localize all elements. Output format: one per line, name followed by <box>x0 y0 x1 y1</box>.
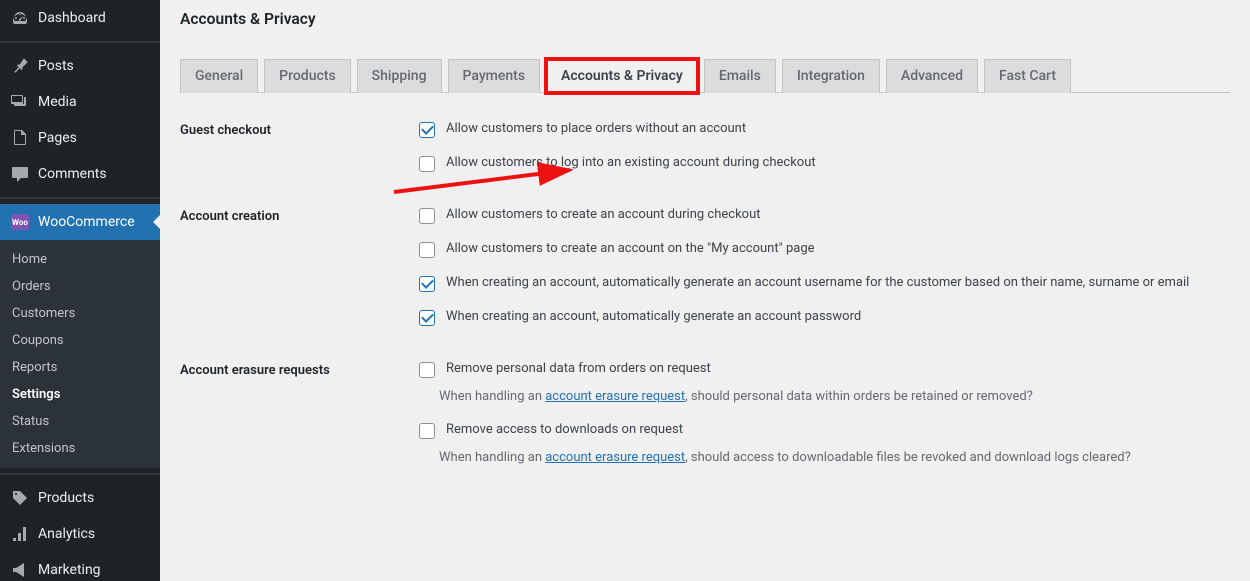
marketing-icon <box>10 560 30 580</box>
products-icon <box>10 488 30 508</box>
sidebar-item-label: Comments <box>38 166 107 182</box>
submenu-customers[interactable]: Customers <box>0 300 160 327</box>
submenu-extensions[interactable]: Extensions <box>0 435 160 462</box>
sidebar-item-media[interactable]: Media <box>0 84 160 120</box>
tab-integration[interactable]: Integration <box>782 59 880 93</box>
sidebar-item-comments[interactable]: Comments <box>0 156 160 192</box>
submenu-orders[interactable]: Orders <box>0 273 160 300</box>
tab-general[interactable]: General <box>180 59 258 93</box>
option-label: When creating an account, automatically … <box>446 309 861 324</box>
account-erasure-link[interactable]: account erasure request <box>545 389 685 404</box>
option-label: Allow customers to create an account on … <box>446 241 815 256</box>
dashboard-icon <box>10 8 30 28</box>
help-text: When handling an account erasure request… <box>439 389 1230 404</box>
sidebar-item-woocommerce[interactable]: Woo WooCommerce <box>0 204 160 240</box>
option-create-account-myaccount[interactable]: Allow customers to create an account on … <box>415 241 1230 261</box>
sidebar-item-products[interactable]: Products <box>0 480 160 516</box>
section-title: Account creation <box>180 207 415 224</box>
sidebar-separator <box>0 41 160 43</box>
sidebar-item-label: Dashboard <box>38 10 106 26</box>
option-label: Allow customers to create an account dur… <box>446 207 761 222</box>
tab-emails[interactable]: Emails <box>704 59 776 93</box>
admin-sidebar: Dashboard Posts Media Pages Comments Woo… <box>0 0 160 581</box>
submenu-coupons[interactable]: Coupons <box>0 327 160 354</box>
media-icon <box>10 92 30 112</box>
section-erasure: Account erasure requests Remove personal… <box>180 361 1230 483</box>
sidebar-item-label: Analytics <box>38 526 95 542</box>
tab-payments[interactable]: Payments <box>448 59 541 93</box>
pin-icon <box>10 56 30 76</box>
option-auto-username[interactable]: When creating an account, automatically … <box>415 275 1230 295</box>
checkbox-create-account-myaccount[interactable] <box>419 242 435 258</box>
option-label: Allow customers to log into an existing … <box>446 155 816 170</box>
option-label: Allow customers to place orders without … <box>446 121 746 136</box>
sidebar-item-analytics[interactable]: Analytics <box>0 516 160 552</box>
option-label: When creating an account, automatically … <box>446 275 1189 290</box>
option-auto-password[interactable]: When creating an account, automatically … <box>415 309 1230 329</box>
page-title: Accounts & Privacy <box>180 10 1230 28</box>
option-remove-downloads[interactable]: Remove access to downloads on request <box>415 422 1230 442</box>
analytics-icon <box>10 524 30 544</box>
sidebar-item-marketing[interactable]: Marketing <box>0 552 160 581</box>
sidebar-item-label: Media <box>38 94 77 110</box>
tab-fast-cart[interactable]: Fast Cart <box>984 59 1071 93</box>
checkbox-login-checkout[interactable] <box>419 156 435 172</box>
pages-icon <box>10 128 30 148</box>
section-guest-checkout: Guest checkout Allow customers to place … <box>180 121 1230 189</box>
tab-shipping[interactable]: Shipping <box>357 59 442 93</box>
checkbox-guest-orders[interactable] <box>419 122 435 138</box>
settings-form: Guest checkout Allow customers to place … <box>180 121 1230 483</box>
sidebar-item-label: Pages <box>38 130 77 146</box>
option-guest-orders[interactable]: Allow customers to place orders without … <box>415 121 1230 141</box>
sidebar-item-dashboard[interactable]: Dashboard <box>0 0 160 36</box>
checkbox-remove-downloads[interactable] <box>419 423 435 439</box>
option-create-account-checkout[interactable]: Allow customers to create an account dur… <box>415 207 1230 227</box>
tab-products[interactable]: Products <box>264 59 351 93</box>
sidebar-separator <box>0 473 160 475</box>
option-remove-personal-data[interactable]: Remove personal data from orders on requ… <box>415 361 1230 381</box>
sidebar-item-pages[interactable]: Pages <box>0 120 160 156</box>
submenu-status[interactable]: Status <box>0 408 160 435</box>
submenu-settings[interactable]: Settings <box>0 381 160 408</box>
woocommerce-icon: Woo <box>10 212 30 232</box>
comment-icon <box>10 164 30 184</box>
checkbox-create-account-checkout[interactable] <box>419 208 435 224</box>
tab-advanced[interactable]: Advanced <box>886 59 978 93</box>
section-title: Account erasure requests <box>180 361 415 378</box>
sidebar-item-label: WooCommerce <box>38 214 135 230</box>
option-login-checkout[interactable]: Allow customers to log into an existing … <box>415 155 1230 175</box>
sidebar-item-label: Posts <box>38 58 74 74</box>
section-account-creation: Account creation Allow customers to crea… <box>180 207 1230 343</box>
help-text: When handling an account erasure request… <box>439 450 1230 465</box>
woocommerce-submenu: Home Orders Customers Coupons Reports Se… <box>0 240 160 468</box>
main-content: Accounts & Privacy General Products Ship… <box>160 0 1250 581</box>
sidebar-item-label: Marketing <box>38 562 101 578</box>
settings-tabs: General Products Shipping Payments Accou… <box>180 58 1230 93</box>
submenu-home[interactable]: Home <box>0 246 160 273</box>
option-label: Remove personal data from orders on requ… <box>446 361 711 376</box>
option-label: Remove access to downloads on request <box>446 422 683 437</box>
submenu-reports[interactable]: Reports <box>0 354 160 381</box>
checkbox-remove-personal-data[interactable] <box>419 362 435 378</box>
checkbox-auto-password[interactable] <box>419 310 435 326</box>
sidebar-item-label: Products <box>38 490 94 506</box>
checkbox-auto-username[interactable] <box>419 276 435 292</box>
tab-accounts-privacy[interactable]: Accounts & Privacy <box>546 59 698 93</box>
sidebar-separator <box>0 197 160 199</box>
account-erasure-link[interactable]: account erasure request <box>545 450 685 465</box>
sidebar-item-posts[interactable]: Posts <box>0 48 160 84</box>
section-title: Guest checkout <box>180 121 415 138</box>
